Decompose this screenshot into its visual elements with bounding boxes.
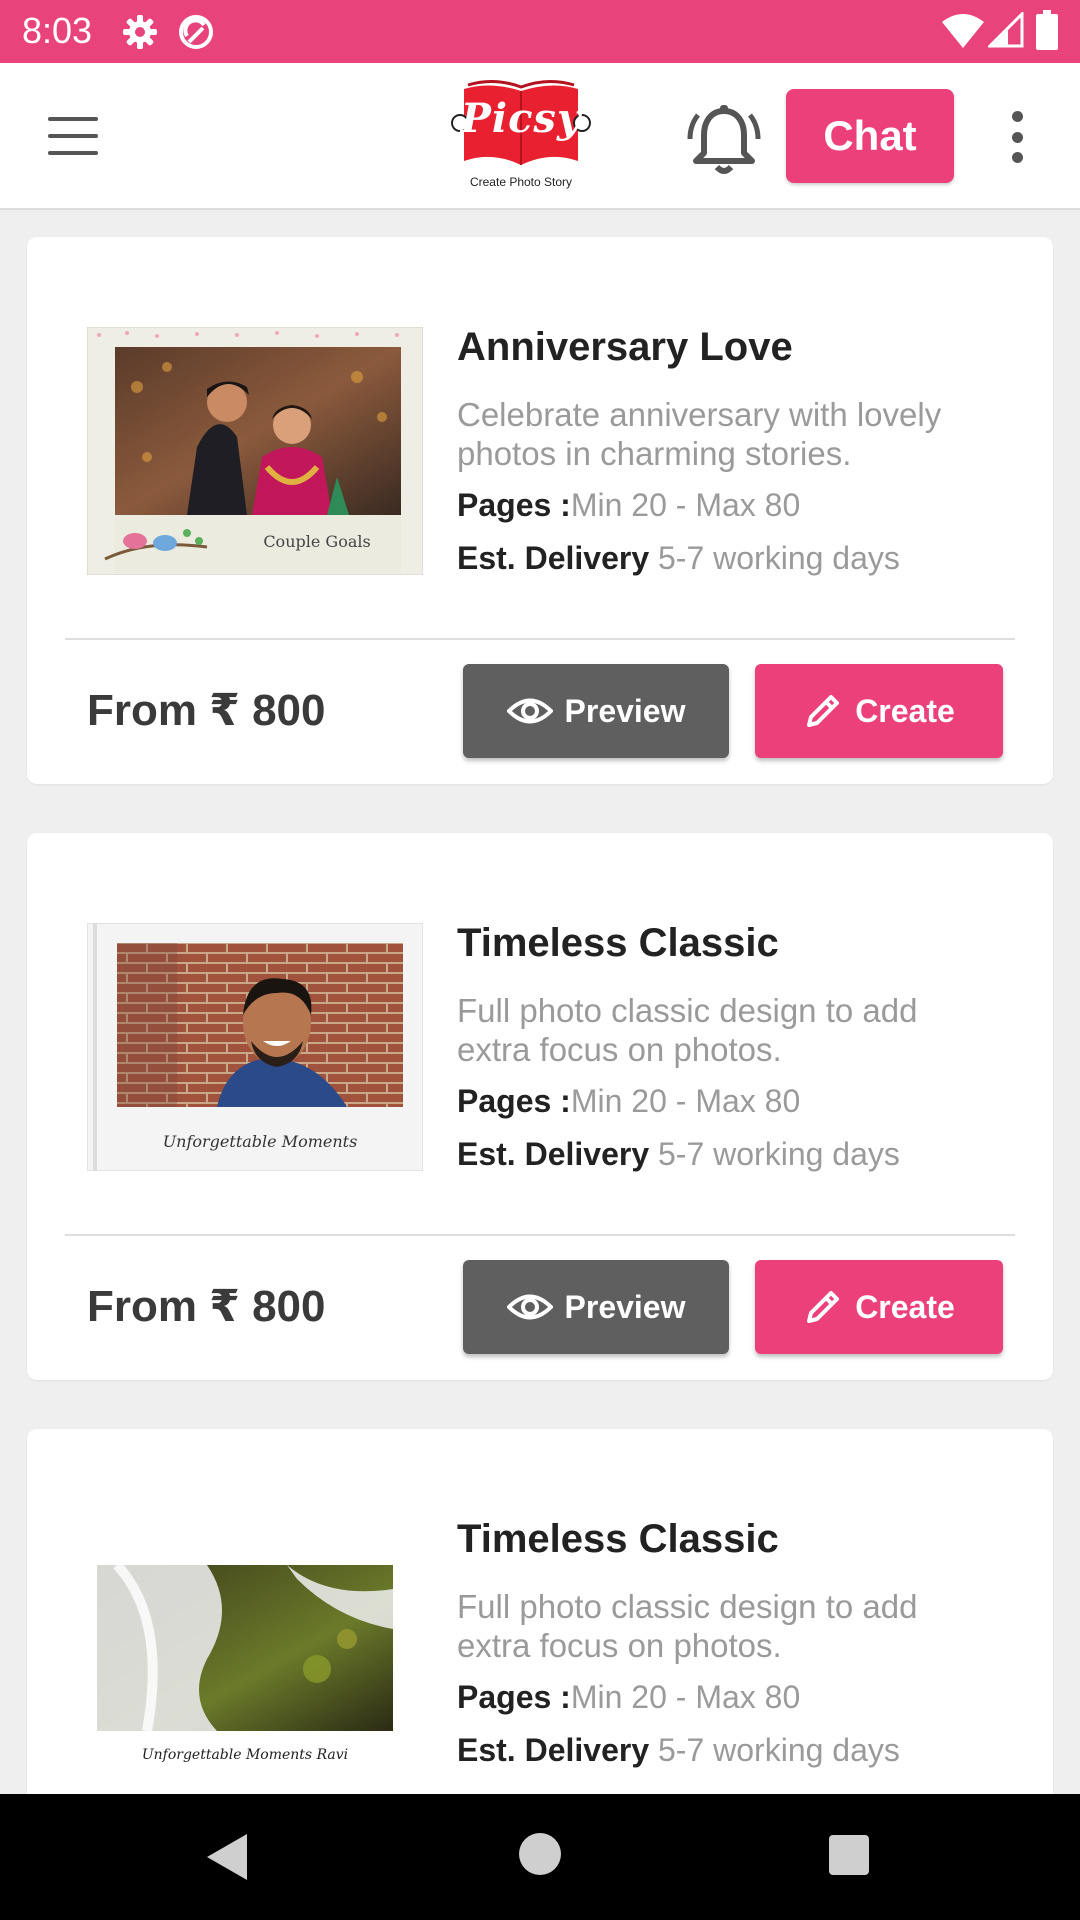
pages-value: Min 20 - Max 80 [570, 1083, 801, 1119]
product-description: Full photo classic design to add extra f… [457, 1588, 918, 1664]
pages-value: Min 20 - Max 80 [570, 1679, 801, 1715]
app-bar: Picsy Create Photo Story Chat [0, 63, 1080, 210]
eye-icon [506, 698, 553, 724]
thumbnail-caption: Unforgettable Moments Ravi [142, 1747, 348, 1763]
preview-label: Preview [564, 1288, 686, 1325]
preview-button[interactable]: Preview [463, 664, 729, 758]
product-delivery: Est. Delivery 5-7 working days [457, 1136, 900, 1173]
pages-label: Pages : [457, 487, 571, 523]
couple-photo-image: Couple Goals [86, 326, 424, 576]
delivery-value: 5-7 working days [649, 1732, 900, 1768]
product-description: Celebrate anniversary with lovely photos… [457, 396, 942, 472]
delivery-value: 5-7 working days [649, 1136, 900, 1172]
app-logo: Picsy Create Photo Story [442, 75, 600, 193]
home-icon[interactable] [519, 1833, 561, 1875]
pages-label: Pages : [457, 1083, 571, 1119]
recents-icon[interactable] [829, 1835, 869, 1875]
pages-value: Min 20 - Max 80 [570, 487, 801, 523]
waterfall-photo-image: Unforgettable Moments Ravi [87, 1519, 423, 1767]
delivery-label: Est. Delivery [457, 540, 650, 576]
battery-icon [1036, 10, 1058, 50]
product-thumbnail[interactable]: Couple Goals [86, 326, 424, 576]
create-button[interactable]: Create [755, 1260, 1003, 1354]
status-time: 8:03 [22, 10, 93, 51]
card-divider [65, 638, 1015, 640]
hamburger-menu-icon[interactable] [44, 111, 102, 161]
status-bar: 8:03 [0, 0, 1080, 63]
product-card[interactable]: Unforgettable Moments Timeless Classic F… [27, 833, 1053, 1380]
delivery-label: Est. Delivery [457, 1136, 650, 1172]
product-price: From ₹ 800 [87, 1282, 326, 1331]
product-title: Timeless Classic [457, 1517, 779, 1561]
product-title: Timeless Classic [457, 921, 779, 965]
bell-icon[interactable] [684, 101, 764, 181]
pencil-icon [807, 1291, 840, 1323]
wifi-icon [942, 14, 984, 48]
signal-icon [988, 12, 1024, 48]
gear-icon [123, 15, 157, 49]
pencil-icon [807, 695, 840, 727]
product-description: Full photo classic design to add extra f… [457, 992, 918, 1068]
product-card[interactable]: Couple Goals Anniversary Love Celebrate … [27, 237, 1053, 784]
logo-tagline: Create Photo Story [469, 175, 573, 189]
chat-button[interactable]: Chat [786, 89, 954, 183]
thumbnail-caption: Unforgettable Moments [163, 1132, 358, 1151]
product-pages: Pages :Min 20 - Max 80 [457, 1679, 800, 1716]
delivery-label: Est. Delivery [457, 1732, 650, 1768]
preview-button[interactable]: Preview [463, 1260, 729, 1354]
pages-label: Pages : [457, 1679, 571, 1715]
thumbnail-caption: Couple Goals [263, 532, 370, 551]
product-delivery: Est. Delivery 5-7 working days [457, 1732, 900, 1769]
create-label: Create [855, 692, 955, 729]
delivery-value: 5-7 working days [649, 540, 900, 576]
logo-text: Picsy [460, 95, 582, 142]
portrait-photo-image: Unforgettable Moments [86, 922, 424, 1172]
back-icon[interactable] [203, 1832, 249, 1882]
product-thumbnail[interactable]: Unforgettable Moments [86, 922, 424, 1172]
sync-icon [179, 15, 213, 49]
product-delivery: Est. Delivery 5-7 working days [457, 540, 900, 577]
product-price: From ₹ 800 [87, 686, 326, 735]
system-nav-bar [0, 1794, 1080, 1920]
create-label: Create [855, 1288, 955, 1325]
card-divider [65, 1234, 1015, 1236]
product-thumbnail[interactable]: Unforgettable Moments Ravi [87, 1519, 423, 1767]
create-button[interactable]: Create [755, 664, 1003, 758]
preview-label: Preview [564, 692, 686, 729]
product-pages: Pages :Min 20 - Max 80 [457, 1083, 800, 1120]
product-title: Anniversary Love [457, 325, 793, 369]
product-pages: Pages :Min 20 - Max 80 [457, 487, 800, 524]
eye-icon [506, 1294, 553, 1320]
more-vertical-icon[interactable] [1000, 107, 1034, 167]
